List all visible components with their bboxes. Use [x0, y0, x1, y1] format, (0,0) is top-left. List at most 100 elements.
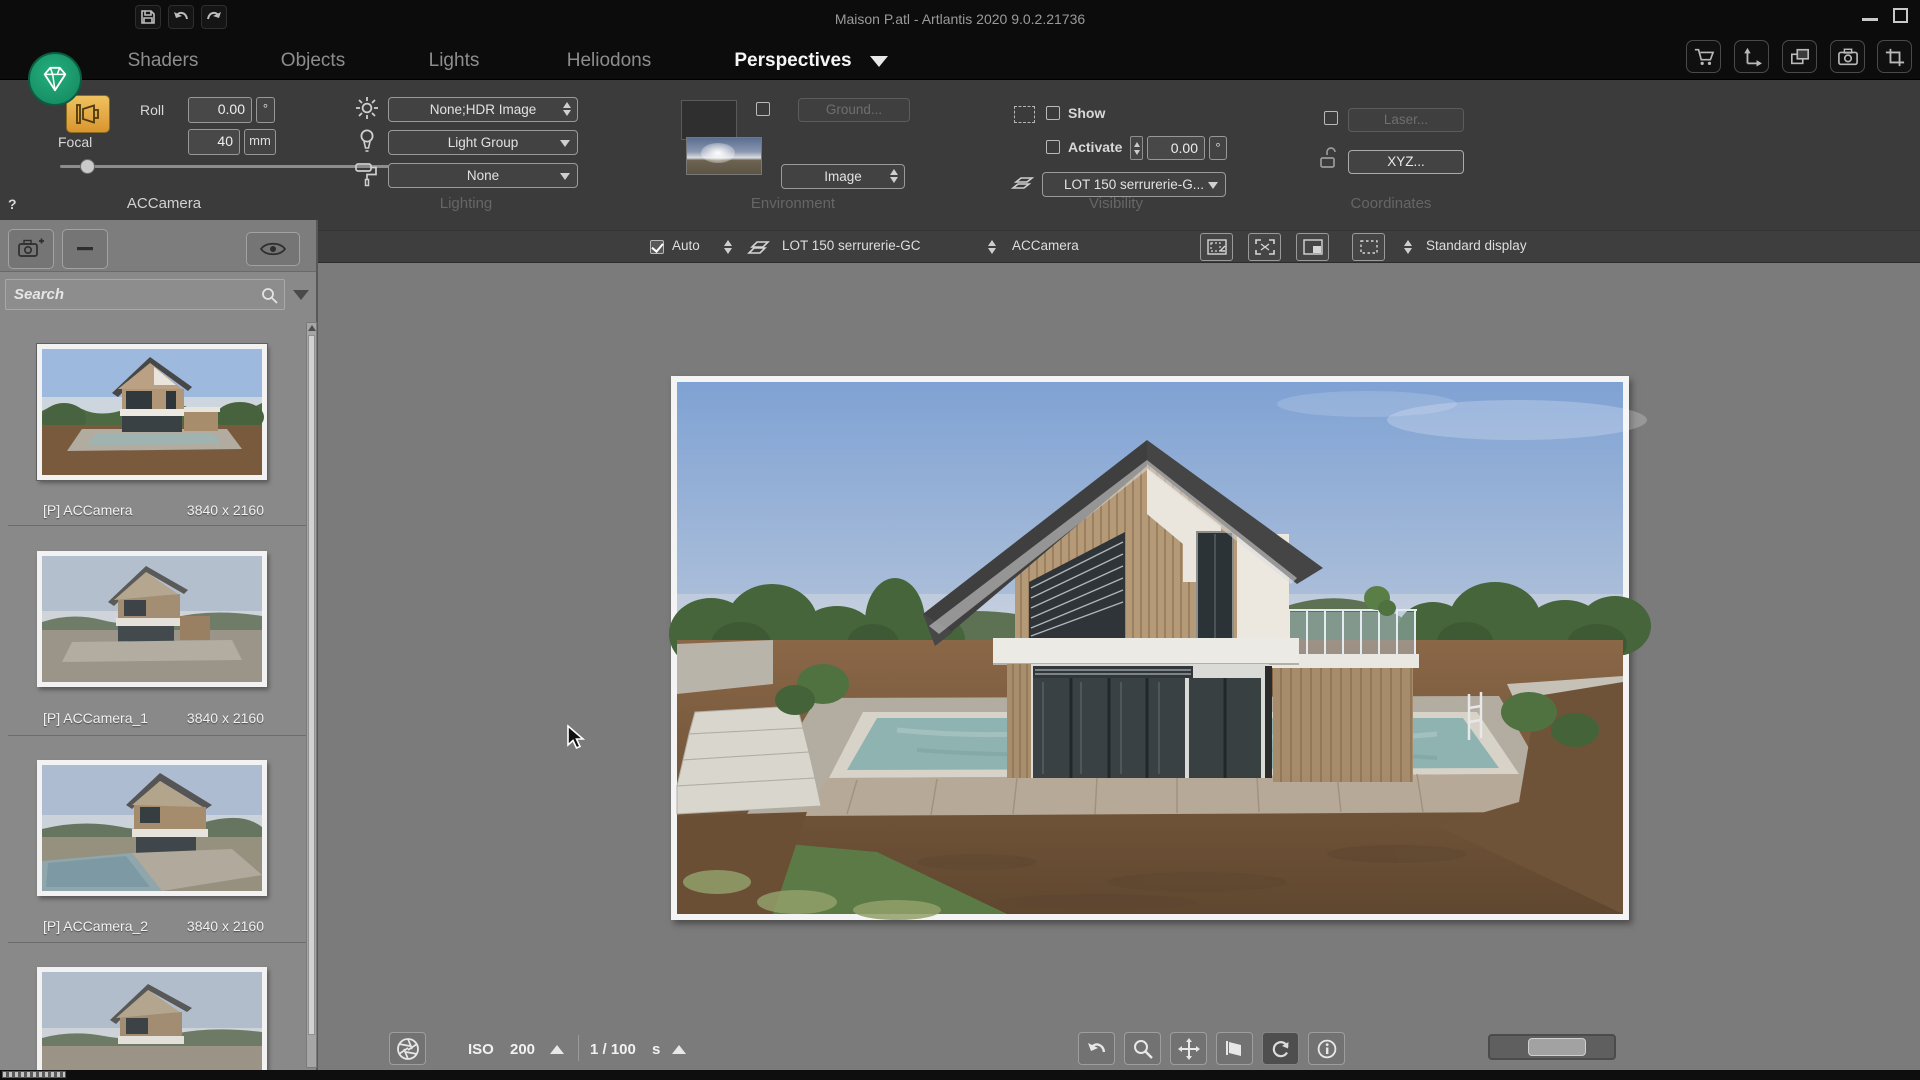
copy-icon [1789, 47, 1811, 67]
search-input[interactable] [6, 280, 284, 309]
show-checkbox[interactable] [1046, 106, 1060, 120]
angle-input[interactable]: 0.00 [1147, 136, 1205, 160]
camera-name[interactable]: [P] ACCamera_2 [43, 918, 148, 934]
auto-checkbox[interactable] [650, 240, 664, 254]
duplicate-button[interactable] [1782, 40, 1817, 73]
neon-roller-icon [354, 161, 380, 187]
ground-checkbox[interactable] [756, 102, 770, 116]
cart-icon [1693, 47, 1715, 67]
fit-view-button[interactable] [1200, 233, 1233, 261]
crop-icon [1884, 47, 1906, 67]
expand-view-button[interactable] [1248, 233, 1281, 261]
actual-size-button[interactable] [1296, 233, 1329, 261]
artlantis-window: Maison P.atl - Artlantis 2020 9.0.2.2173… [0, 0, 1920, 1080]
camera-thumbnail-accamera-1[interactable] [37, 551, 267, 687]
environment-sky-thumb[interactable] [686, 137, 762, 175]
undo-arrow-icon [1086, 1040, 1108, 1058]
display-mode-label[interactable]: Standard display [1426, 238, 1527, 253]
layers-icon [1010, 174, 1036, 194]
minimize-button[interactable] [1862, 18, 1878, 21]
pan-move-icon [1178, 1038, 1200, 1060]
active-layer-label[interactable]: LOT 150 serrurerie-GC [782, 238, 921, 253]
light-group-select[interactable]: Light Group [388, 130, 578, 155]
render-window-button[interactable] [1216, 1032, 1253, 1065]
environment-mode-select[interactable]: Image [781, 164, 905, 189]
store-button[interactable] [1686, 40, 1721, 73]
camera-name[interactable]: [P] ACCamera_1 [43, 710, 148, 726]
search-filter-caret[interactable] [293, 290, 309, 300]
mouse-cursor [566, 725, 588, 751]
thumbnail-render [42, 765, 262, 891]
info-button[interactable] [1308, 1032, 1345, 1065]
heliodon-select-value: None;HDR Image [430, 102, 537, 117]
render-image[interactable] [677, 382, 1623, 914]
sidebar-scrollbar[interactable] [306, 322, 317, 1068]
camera-view-button[interactable] [66, 95, 110, 133]
thumbnail-render [42, 556, 262, 682]
activate-checkbox[interactable] [1046, 140, 1060, 154]
dropdown-caret-icon [1208, 182, 1218, 189]
camera-updown-icon[interactable] [988, 240, 996, 254]
menu-objects[interactable]: Objects [281, 50, 345, 72]
preview-viewport[interactable] [318, 263, 1920, 1080]
preview-quality-slider[interactable] [1488, 1034, 1616, 1060]
help-button[interactable]: ? [8, 196, 17, 212]
shutter-value[interactable]: 1 / 100 [590, 1041, 636, 1058]
roll-input[interactable]: 0.00 [188, 97, 252, 123]
minus-icon [77, 247, 93, 251]
menu-perspectives[interactable]: Perspectives [734, 50, 851, 72]
transform-button[interactable] [1734, 40, 1769, 73]
dropdown-caret-icon [560, 173, 570, 180]
display-updown-icon[interactable] [1404, 240, 1412, 254]
iso-label: ISO [468, 1041, 494, 1058]
menu-heliodons[interactable]: Heliodons [567, 50, 652, 72]
shutter-up-icon[interactable] [672, 1045, 686, 1054]
xyz-button[interactable]: XYZ... [1348, 150, 1464, 174]
camera-thumbnail-accamera-2[interactable] [37, 760, 267, 896]
exposure-button[interactable] [389, 1032, 426, 1065]
laser-button[interactable]: Laser... [1348, 108, 1464, 132]
ground-button[interactable]: Ground... [798, 98, 910, 122]
layer-updown-icon[interactable] [724, 240, 732, 254]
camera-name[interactable]: [P] ACCamera [43, 502, 132, 518]
crop-button[interactable] [1877, 40, 1912, 73]
camera-size: 3840 x 2160 [187, 710, 264, 726]
menu-shaders[interactable]: Shaders [128, 50, 199, 72]
camera-thumbnail-accamera[interactable] [37, 344, 267, 480]
laser-checkbox[interactable] [1324, 111, 1338, 125]
marquee-zone-icon [1014, 106, 1035, 123]
focal-input[interactable]: 40 [188, 129, 240, 155]
iso-value[interactable]: 200 [510, 1041, 535, 1058]
refresh-view-button[interactable] [1262, 1032, 1299, 1065]
maximize-button[interactable] [1893, 8, 1908, 23]
status-strip [0, 1070, 1920, 1080]
lock-open-icon [1318, 148, 1338, 170]
neon-select[interactable]: None [388, 163, 578, 188]
focal-slider-thumb[interactable] [80, 159, 95, 174]
visibility-layer-value: LOT 150 serrurerie-G... [1064, 177, 1204, 192]
slider-knob[interactable] [1528, 1038, 1586, 1056]
zoom-tool-button[interactable] [1124, 1032, 1161, 1065]
scrollbar-thumb[interactable] [308, 335, 315, 1035]
undo-view-button[interactable] [1078, 1032, 1115, 1065]
visibility-layer-select[interactable]: LOT 150 serrurerie-G... [1042, 172, 1226, 197]
visibility-eye-button[interactable] [246, 232, 300, 266]
environment-section-label: Environment [751, 195, 835, 212]
focal-unit: mm [244, 129, 276, 155]
layers-icon [746, 238, 772, 258]
active-camera-label[interactable]: ACCamera [1012, 238, 1079, 253]
render-zone-button[interactable] [1352, 233, 1385, 261]
render-window-icon [1225, 1039, 1245, 1059]
angle-stepper[interactable] [1130, 136, 1143, 160]
add-camera-button[interactable] [8, 229, 54, 269]
perspectives-caret-icon[interactable] [870, 56, 888, 67]
environment-background-thumb[interactable] [681, 100, 737, 140]
snapshot-button[interactable] [1830, 40, 1865, 73]
heliodon-select[interactable]: None;HDR Image [388, 97, 578, 122]
remove-camera-button[interactable] [62, 229, 108, 269]
scroll-up-icon[interactable] [308, 325, 316, 331]
bottom-toolbar: ISO 200 1 / 100 s [0, 1029, 1920, 1070]
pan-tool-button[interactable] [1170, 1032, 1207, 1065]
iso-up-icon[interactable] [550, 1045, 564, 1054]
menu-lights[interactable]: Lights [429, 50, 480, 72]
